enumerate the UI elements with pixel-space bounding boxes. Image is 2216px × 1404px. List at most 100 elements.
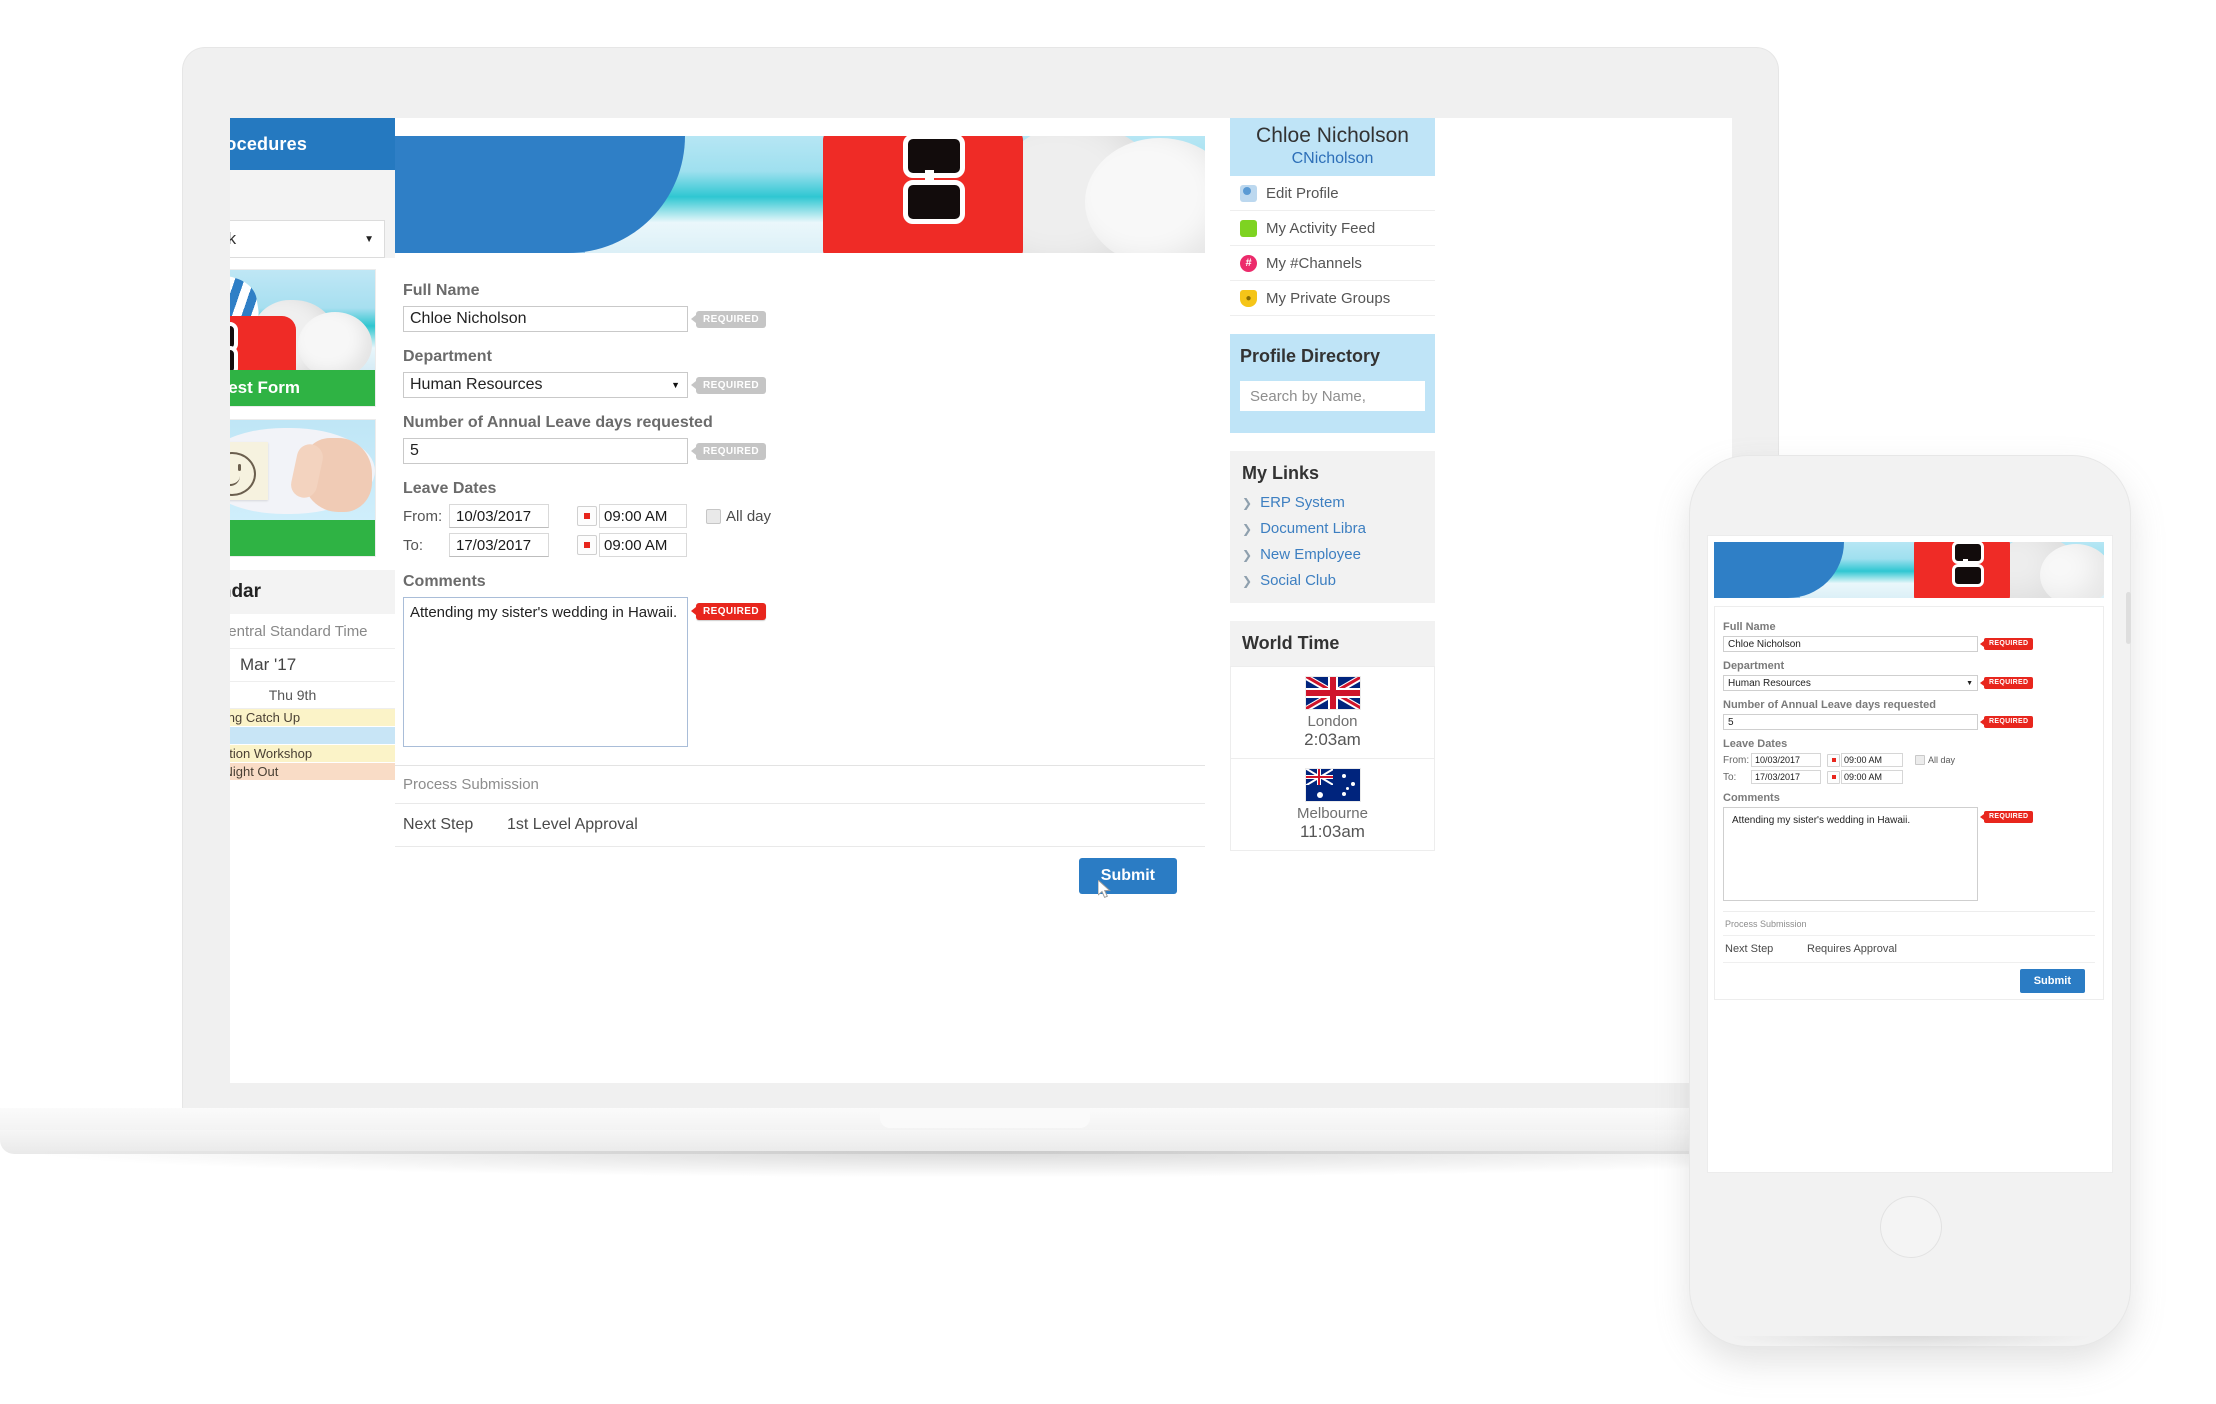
- world-time-widget: World Time London 2:03am Melbourne 11:03…: [1230, 621, 1435, 851]
- mobile-full-name-input[interactable]: [1723, 636, 1978, 652]
- mobile-banner-image: [1714, 542, 2104, 598]
- phone-side-button[interactable]: [2126, 592, 2131, 644]
- calendar-event[interactable]: orum: [230, 727, 395, 744]
- profile-item-private-groups[interactable]: ● My Private Groups: [1230, 281, 1435, 316]
- mobile-to-label: To:: [1723, 771, 1737, 783]
- my-links-item-label: Document Libra: [1260, 520, 1366, 537]
- profile-item-label: My Private Groups: [1266, 289, 1391, 307]
- tile-leave-request-form[interactable]: equest Form: [230, 270, 375, 406]
- smiley-art: [230, 420, 375, 520]
- profile-directory-search-input[interactable]: Search by Name,: [1240, 381, 1425, 411]
- all-day-checkbox[interactable]: [1915, 755, 1925, 765]
- mobile-submit-button[interactable]: Submit: [2019, 969, 2085, 993]
- form-actions: Submit: [395, 847, 1205, 905]
- calendar-timezone: Central Standard Time: [230, 614, 395, 649]
- world-clock-city: London: [1307, 713, 1358, 730]
- mobile-from-time-input[interactable]: [1841, 753, 1903, 767]
- annual-leave-days-input[interactable]: [403, 438, 688, 464]
- from-date-input[interactable]: [449, 504, 549, 528]
- mobile-annual-leave-days-input[interactable]: [1723, 714, 1978, 730]
- mobile-to-date-input[interactable]: [1751, 770, 1821, 784]
- user-edit-icon: [1240, 184, 1257, 202]
- next-step-value: 1st Level Approval: [507, 816, 638, 833]
- chevron-down-icon: ▼: [671, 380, 680, 390]
- to-time-input[interactable]: [599, 533, 687, 557]
- mobile-all-day-label: All day: [1928, 755, 1956, 765]
- mobile-all-day-toggle[interactable]: All day: [1912, 755, 1955, 765]
- tile-survey[interactable]: vey: [230, 420, 375, 556]
- activity-feed-icon: [1240, 219, 1257, 237]
- required-badge: REQUIRED: [1979, 677, 2034, 689]
- calendar-event[interactable]: iday Night Out: [230, 763, 395, 780]
- calendar-event[interactable]: eneration Workshop: [230, 745, 395, 762]
- my-links-widget: My Links ❯ ERP System ❯ Document Libra ❯…: [1230, 451, 1435, 603]
- intranet-page: Procedures o Link ▼: [230, 118, 1732, 1083]
- mobile-from-label: From:: [1723, 754, 1750, 766]
- laptop-trackpad-notch: [880, 1108, 1090, 1128]
- phone-shadow: [1730, 1336, 2090, 1350]
- mobile-process-submission-title: Process Submission: [1723, 911, 2095, 936]
- my-links-item-social-club[interactable]: ❯ Social Club: [1242, 572, 1435, 589]
- profile-item-edit-profile[interactable]: Edit Profile: [1230, 176, 1435, 211]
- chevron-right-icon: ❯: [1242, 573, 1253, 588]
- form-banner-image: [395, 136, 1205, 253]
- to-label: To:: [403, 536, 424, 554]
- department-label: Department: [403, 348, 492, 365]
- chevron-right-icon: ❯: [1242, 495, 1253, 510]
- mobile-leave-to-row: To:: [1723, 770, 2095, 784]
- calendar-month-row[interactable]: Mar '17: [230, 649, 395, 682]
- field-annual-leave-days: Number of Annual Leave days requested RE…: [395, 414, 1205, 464]
- laptop-device: Procedures o Link ▼: [0, 48, 1960, 1177]
- profile-directory-title: Profile Directory: [1240, 346, 1381, 366]
- all-day-checkbox[interactable]: [706, 508, 721, 524]
- australia-flag-icon: [1305, 769, 1360, 801]
- comments-textarea[interactable]: [403, 597, 688, 747]
- calendar-icon[interactable]: [577, 535, 597, 555]
- my-links-item-erp-system[interactable]: ❯ ERP System: [1242, 494, 1435, 511]
- all-day-toggle[interactable]: All day: [701, 508, 771, 525]
- my-links-item-label: ERP System: [1260, 494, 1345, 511]
- annual-leave-days-label: Number of Annual Leave days requested: [403, 414, 713, 431]
- full-name-input[interactable]: [403, 306, 688, 332]
- mobile-comments-label: Comments: [1723, 792, 1780, 804]
- calendar-icon[interactable]: [1827, 770, 1840, 784]
- world-clock-london: London 2:03am: [1230, 666, 1435, 759]
- process-submission-section: Process Submission Next Step 1st Level A…: [395, 765, 1205, 905]
- profile-item-activity-feed[interactable]: My Activity Feed: [1230, 211, 1435, 246]
- calendar-icon[interactable]: [1827, 753, 1840, 767]
- hashtag-icon: #: [1240, 254, 1257, 272]
- mobile-next-step-row: Next Step Requires Approval: [1723, 936, 2095, 963]
- leave-from-row: From: All day: [403, 504, 1205, 528]
- profile-item-channels[interactable]: # My #Channels: [1230, 246, 1435, 281]
- world-clock-time: 11:03am: [1300, 822, 1365, 841]
- department-select[interactable]: Human Resources ▼: [403, 372, 688, 398]
- calendar-event[interactable]: arketing Catch Up: [230, 709, 395, 726]
- from-time-input[interactable]: [599, 504, 687, 528]
- submit-button[interactable]: Submit: [1078, 858, 1177, 894]
- all-day-label: All day: [726, 507, 772, 525]
- next-step-row: Next Step 1st Level Approval: [395, 804, 1205, 847]
- field-full-name: Full Name REQUIRED: [395, 282, 1205, 332]
- my-links-item-new-employee[interactable]: ❯ New Employee: [1242, 546, 1435, 563]
- quick-link-select[interactable]: Link ▼: [230, 220, 385, 258]
- profile-username[interactable]: CNicholson: [1230, 150, 1435, 168]
- calendar-icon[interactable]: [577, 506, 597, 526]
- leave-dates-label: Leave Dates: [403, 480, 497, 497]
- mobile-form: Full Name REQUIRED Department Human Reso…: [1714, 606, 2104, 1000]
- left-sidebar-subtitle: o: [230, 178, 395, 210]
- calendar-widget: lendar Central Standard Time Mar '17 Thu…: [230, 570, 395, 780]
- mobile-form-actions: Submit: [1723, 963, 2095, 999]
- my-links-item-document-library[interactable]: ❯ Document Libra: [1242, 520, 1435, 537]
- mobile-comments-textarea[interactable]: [1723, 807, 1978, 901]
- mobile-department-select[interactable]: Human Resources ▼: [1723, 675, 1978, 691]
- left-sidebar-link-block: o Link ▼: [230, 170, 395, 258]
- to-date-input[interactable]: [449, 533, 549, 557]
- mobile-to-time-input[interactable]: [1841, 770, 1903, 784]
- mobile-from-date-input[interactable]: [1751, 753, 1821, 767]
- right-sidebar: Chloe Nicholson CNicholson Edit Profile …: [1230, 118, 1435, 851]
- phone-home-button[interactable]: [1880, 1196, 1942, 1258]
- comments-label: Comments: [403, 573, 486, 590]
